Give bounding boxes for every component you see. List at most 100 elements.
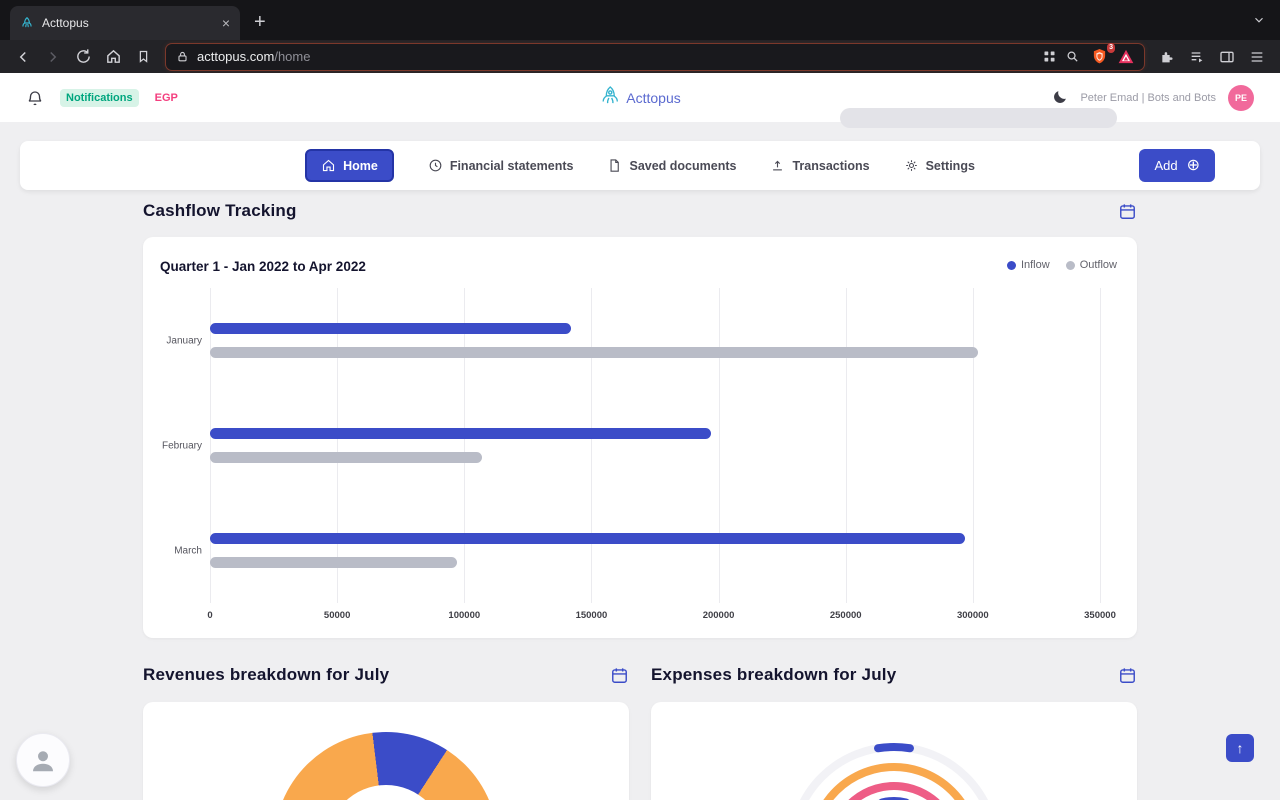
rewards-triangle-icon[interactable] — [1118, 49, 1134, 64]
grid-icon[interactable] — [1042, 49, 1057, 64]
bar-row-february: February — [210, 393, 1100, 498]
document-icon — [607, 158, 622, 173]
nav-label: Financial statements — [450, 159, 574, 173]
sidebar-panel-icon[interactable] — [1212, 43, 1242, 71]
x-axis-label: 250000 — [830, 610, 862, 621]
nav-label: Saved documents — [629, 159, 736, 173]
brave-shield-icon[interactable]: 3 — [1088, 47, 1110, 67]
inflow-bar — [210, 428, 711, 439]
new-tab-button[interactable]: + — [254, 11, 266, 34]
category-label: March — [152, 545, 202, 556]
revenues-title: Revenues breakdown for July — [143, 665, 389, 685]
url-host: acttopus.com — [197, 49, 274, 64]
back-icon[interactable] — [8, 43, 38, 71]
expenses-radial-card — [651, 702, 1137, 800]
main-nav: Home Financial statements Saved document… — [20, 141, 1260, 190]
nav-item-home[interactable]: Home — [305, 149, 394, 182]
tab-title: Acttopus — [42, 16, 214, 30]
bar-row-january: January — [210, 288, 1100, 393]
person-icon — [28, 745, 58, 775]
x-axis: 0500001000001500002000002500003000003500… — [210, 606, 1100, 626]
ring-track — [792, 747, 996, 800]
url-path: /home — [274, 49, 310, 64]
chart-title: Quarter 1 - Jan 2022 to Apr 2022 — [160, 259, 366, 274]
clock-icon — [428, 158, 443, 173]
search-icon[interactable] — [1065, 49, 1080, 64]
x-axis-label: 50000 — [324, 610, 350, 621]
breakdown-cards — [143, 702, 1137, 800]
menu-hamburger-icon[interactable] — [1242, 43, 1272, 71]
calendar-icon[interactable] — [1118, 202, 1137, 221]
bookmark-icon[interactable] — [128, 43, 158, 71]
calendar-icon[interactable] — [1118, 666, 1137, 685]
category-label: February — [152, 440, 202, 451]
upload-icon — [770, 158, 785, 173]
x-axis-label: 300000 — [957, 610, 989, 621]
octopus-logo-icon — [599, 85, 621, 111]
home-icon[interactable] — [98, 43, 128, 71]
home-icon — [321, 158, 336, 173]
extensions-puzzle-icon[interactable] — [1152, 43, 1182, 71]
bar-row-march: March — [210, 498, 1100, 603]
reload-icon[interactable] — [68, 43, 98, 71]
nav-item-transactions[interactable]: Transactions — [770, 158, 869, 173]
add-button[interactable]: Add ⊕ — [1139, 149, 1215, 182]
url-bar[interactable]: acttopus.com/home 3 — [166, 44, 1144, 70]
legend-item-outflow[interactable]: Outflow — [1066, 259, 1117, 271]
radial-chart — [651, 702, 1137, 800]
browser-tab[interactable]: Acttopus × — [10, 6, 240, 40]
cashflow-section-head: Cashflow Tracking — [143, 198, 1137, 224]
category-label: January — [152, 335, 202, 346]
nav-label: Home — [343, 159, 378, 173]
bell-icon[interactable] — [26, 89, 44, 107]
chart-legend: Inflow Outflow — [1007, 259, 1117, 271]
header-right: Peter Emad | Bots and Bots PE — [1051, 85, 1254, 111]
page-title: Cashflow Tracking — [143, 201, 297, 221]
revenues-section-head: Revenues breakdown for July — [143, 662, 629, 688]
dark-mode-moon-icon[interactable] — [1051, 89, 1068, 106]
browser-chrome: Acttopus × + acttopus.com/home — [0, 0, 1280, 73]
gear-icon — [904, 158, 919, 173]
calendar-icon[interactable] — [610, 666, 629, 685]
legend-item-inflow[interactable]: Inflow — [1007, 259, 1050, 271]
inflow-bar — [210, 323, 571, 334]
user-name[interactable]: Peter Emad | Bots and Bots — [1080, 92, 1216, 104]
brand-name: Acttopus — [626, 90, 680, 106]
tab-close-icon[interactable]: × — [222, 16, 230, 30]
bar-chart-plot: JanuaryFebruaryMarch — [210, 288, 1100, 603]
revenues-donut-card — [143, 702, 629, 800]
brand-logo[interactable]: Acttopus — [599, 85, 680, 111]
outflow-bar — [210, 557, 457, 568]
x-axis-label: 350000 — [1084, 610, 1116, 621]
floating-profile-avatar[interactable] — [16, 733, 70, 787]
tab-strip: Acttopus × + — [0, 0, 1280, 40]
search-input[interactable] — [840, 108, 1117, 128]
legend-label: Outflow — [1080, 259, 1117, 271]
add-button-label: Add — [1154, 158, 1177, 173]
cashflow-chart-card: Quarter 1 - Jan 2022 to Apr 2022 Inflow O… — [143, 237, 1137, 638]
user-avatar[interactable]: PE — [1228, 85, 1254, 111]
gridline — [1100, 288, 1101, 603]
nav-item-settings[interactable]: Settings — [904, 158, 975, 173]
x-axis-label: 200000 — [703, 610, 735, 621]
bar-chart: JanuaryFebruaryMarch 0500001000001500002… — [210, 288, 1100, 626]
main-content: Cashflow Tracking Quarter 1 - Jan 2022 t… — [143, 198, 1137, 800]
forward-icon[interactable] — [38, 43, 68, 71]
currency-link[interactable]: EGP — [155, 92, 178, 104]
x-axis-label: 0 — [207, 610, 212, 621]
scroll-to-top-button[interactable]: ↑ — [1226, 734, 1254, 762]
chart-card-head: Quarter 1 - Jan 2022 to Apr 2022 Inflow O… — [160, 259, 1117, 274]
nav-item-financial-statements[interactable]: Financial statements — [428, 158, 574, 173]
tab-search-chevron-icon[interactable] — [1252, 13, 1266, 27]
shield-badge: 3 — [1107, 43, 1115, 53]
notifications-link[interactable]: Notifications — [60, 89, 139, 107]
outflow-bar — [210, 452, 482, 463]
outflow-bar — [210, 347, 978, 358]
legend-dot — [1007, 261, 1016, 270]
expenses-section-head: Expenses breakdown for July — [651, 662, 1137, 688]
reading-list-icon[interactable] — [1182, 43, 1212, 71]
inflow-bar — [210, 533, 965, 544]
nav-label: Settings — [926, 159, 975, 173]
tab-favicon-icon — [20, 16, 34, 30]
nav-item-saved-documents[interactable]: Saved documents — [607, 158, 736, 173]
